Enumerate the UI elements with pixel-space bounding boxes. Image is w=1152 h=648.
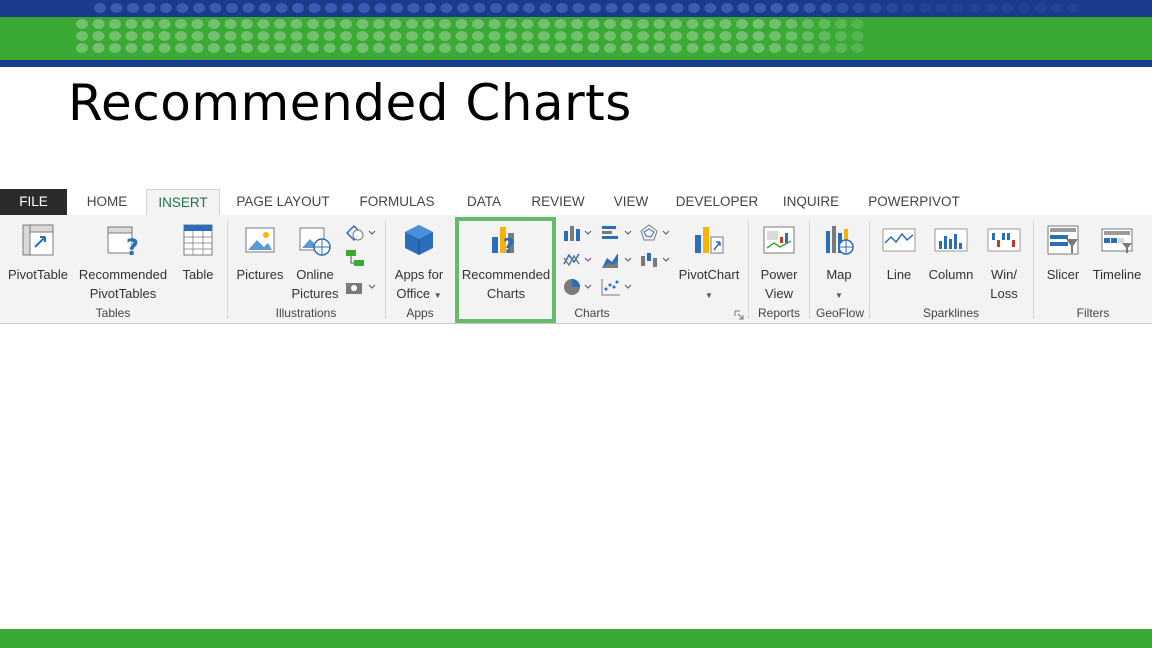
- column-chart-icon[interactable]: [562, 223, 592, 243]
- power-view-label-2: View: [765, 286, 793, 301]
- tab-powerpivot[interactable]: POWERPIVOT: [862, 189, 966, 215]
- banner-dot-pattern: [76, 3, 1080, 53]
- top-banner: [0, 0, 1152, 67]
- slicer-icon: [1047, 225, 1079, 255]
- pictures-icon: [245, 227, 275, 253]
- timeline-label: Timeline: [1092, 267, 1142, 282]
- apps-for-office-label-1: Apps for: [394, 267, 444, 282]
- timeline-button[interactable]: Timeline: [1088, 223, 1146, 284]
- area-chart-icon[interactable]: [600, 250, 632, 270]
- tab-home[interactable]: HOME: [75, 189, 139, 215]
- map-button[interactable]: Map ▼: [812, 223, 866, 305]
- svg-text:?: ?: [126, 236, 139, 257]
- pivottable-label: PivotTable: [8, 267, 68, 282]
- apps-for-office-button[interactable]: Apps for Office ▼: [388, 223, 450, 305]
- slide-title: Recommended Charts: [68, 74, 632, 132]
- chevron-down-icon: ▼: [705, 291, 713, 300]
- recommended-pivottables-button[interactable]: ? Recommended PivotTables: [74, 223, 172, 303]
- group-separator: [385, 221, 386, 319]
- pictures-label: Pictures: [236, 267, 284, 282]
- online-pictures-label-1: Online: [296, 267, 334, 282]
- pivottable-icon: [22, 224, 54, 256]
- group-label-tables: Tables: [95, 306, 131, 320]
- pivottable-button[interactable]: PivotTable: [3, 223, 73, 284]
- tab-view[interactable]: VIEW: [606, 189, 656, 215]
- pivotchart-icon: [695, 227, 724, 254]
- recommended-charts-highlight-box: [455, 217, 556, 323]
- smartart-icon[interactable]: [344, 248, 368, 268]
- screenshot-icon[interactable]: [344, 277, 376, 297]
- apps-for-office-icon: [405, 225, 433, 255]
- pivotchart-label: PivotChart: [678, 267, 740, 282]
- tab-developer[interactable]: DEVELOPER: [672, 189, 762, 215]
- group-label-sparklines: Sparklines: [922, 306, 980, 320]
- group-separator: [227, 221, 228, 319]
- stock-chart-icon[interactable]: [638, 250, 670, 270]
- group-label-reports: Reports: [757, 306, 801, 320]
- dialog-launcher-icon[interactable]: [734, 310, 744, 320]
- map-label: Map: [826, 267, 852, 282]
- online-pictures-icon: [299, 227, 331, 256]
- power-view-label-1: Power: [760, 267, 798, 282]
- group-label-filters: Filters: [1076, 306, 1110, 320]
- group-label-illustrations: Illustrations: [275, 306, 337, 320]
- map-icon: [826, 226, 854, 255]
- sparkline-line-label: Line: [886, 267, 912, 282]
- pictures-button[interactable]: Pictures: [232, 223, 288, 284]
- sparkline-winloss-icon: [987, 228, 1021, 252]
- sparkline-winloss-button[interactable]: Win/ Loss: [982, 223, 1026, 303]
- sparkline-column-button[interactable]: Column: [922, 223, 980, 284]
- bottom-green-bar: [0, 629, 1152, 648]
- line-chart-icon[interactable]: [562, 250, 592, 270]
- slicer-button[interactable]: Slicer: [1040, 223, 1086, 284]
- recommended-pivottables-label-1: Recommended: [78, 267, 168, 282]
- sparkline-column-label: Column: [928, 267, 974, 282]
- tab-file[interactable]: FILE: [0, 189, 67, 215]
- chevron-down-icon: ▼: [433, 291, 442, 300]
- table-button[interactable]: Table: [176, 223, 220, 284]
- recommended-pivottables-label-2: PivotTables: [89, 286, 157, 301]
- group-separator: [1033, 221, 1034, 319]
- sparkline-line-button[interactable]: Line: [876, 223, 922, 284]
- chevron-down-icon: ▼: [835, 291, 843, 300]
- shapes-icon[interactable]: [344, 223, 376, 243]
- tab-data[interactable]: DATA: [458, 189, 510, 215]
- ribbon-insert-panel: PivotTable ? Recommended PivotTables Tab…: [0, 215, 1152, 324]
- tab-insert[interactable]: INSERT: [146, 189, 220, 215]
- bar-chart-icon[interactable]: [600, 223, 632, 243]
- timeline-icon: [1101, 228, 1133, 253]
- sparkline-line-icon: [882, 228, 916, 252]
- radar-chart-icon[interactable]: [638, 223, 670, 243]
- table-icon: [183, 224, 213, 256]
- tab-review[interactable]: REVIEW: [526, 189, 590, 215]
- online-pictures-label-2: Pictures: [291, 286, 339, 301]
- ribbon-tab-bar: FILE HOME INSERT PAGE LAYOUT FORMULAS DA…: [0, 189, 1152, 216]
- power-view-icon: [763, 226, 795, 254]
- sparkline-column-icon: [934, 228, 968, 252]
- power-view-button[interactable]: Power View: [752, 223, 806, 303]
- pivotchart-button[interactable]: PivotChart ▼: [673, 223, 745, 305]
- tab-page-layout[interactable]: PAGE LAYOUT: [229, 189, 337, 215]
- recommended-pivottables-icon: ?: [107, 226, 139, 257]
- slicer-label: Slicer: [1046, 267, 1080, 282]
- scatter-chart-icon[interactable]: [600, 277, 632, 297]
- group-label-apps: Apps: [406, 306, 434, 320]
- group-label-geoflow: GeoFlow: [815, 306, 865, 320]
- apps-for-office-label-2: Office: [396, 286, 431, 301]
- tab-inquire[interactable]: INQUIRE: [776, 189, 846, 215]
- pie-chart-icon[interactable]: [562, 277, 592, 297]
- group-separator: [869, 221, 870, 319]
- table-label: Table: [182, 267, 214, 282]
- tab-formulas[interactable]: FORMULAS: [352, 189, 442, 215]
- group-separator: [809, 221, 810, 319]
- sparkline-winloss-label-2: Loss: [990, 286, 1018, 301]
- online-pictures-button[interactable]: Online Pictures: [288, 223, 342, 303]
- group-separator: [748, 221, 749, 319]
- sparkline-winloss-label-1: Win/: [991, 267, 1017, 282]
